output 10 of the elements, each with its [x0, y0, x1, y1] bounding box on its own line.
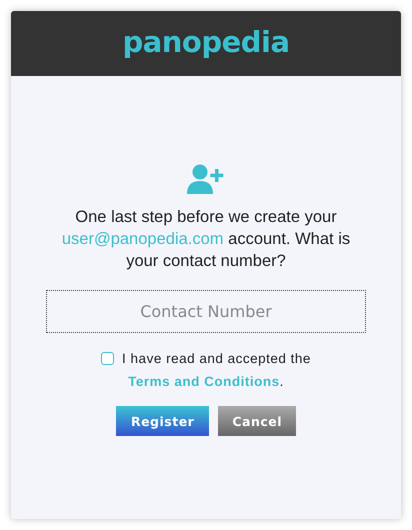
contact-number-field[interactable]: Contact Number: [46, 290, 366, 333]
logo: panopedia: [122, 24, 290, 60]
email-link[interactable]: user@panopedia.com: [62, 230, 224, 248]
terms-link[interactable]: Terms and Conditions: [128, 374, 280, 389]
add-user-icon: [187, 164, 225, 194]
terms-checkbox[interactable]: [101, 352, 114, 365]
register-button[interactable]: Register: [116, 406, 210, 436]
cancel-button[interactable]: Cancel: [218, 406, 296, 436]
terms-text: I have read and accepted the Terms and Conditions.: [122, 351, 311, 389]
prompt-text: One last step before we create your user@panopedia.com account. What is your contact number?: [60, 207, 352, 272]
